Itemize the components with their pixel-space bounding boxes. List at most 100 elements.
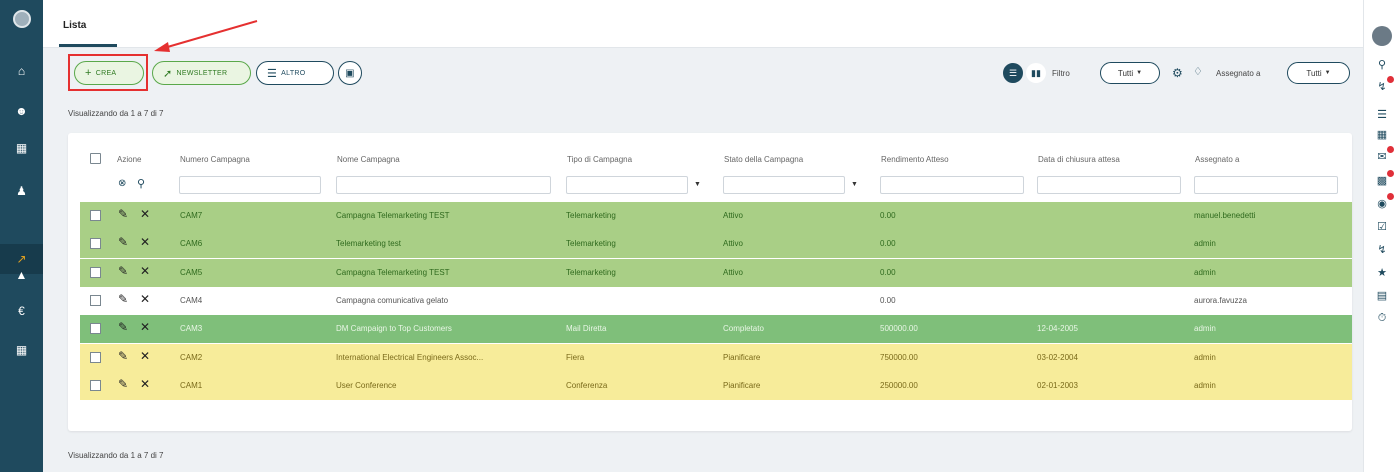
cell-nome[interactable]: Campagna comunicativa gelato — [336, 296, 546, 305]
delete-x-icon[interactable]: ✕ — [140, 292, 150, 306]
row-checkbox[interactable] — [90, 294, 101, 306]
assegnato-filter-input[interactable] — [1194, 176, 1338, 194]
kanban-view-toggle[interactable]: ▮▮ — [1026, 63, 1046, 83]
cell-assegnato: admin — [1194, 324, 1216, 334]
stato-filter-select[interactable] — [723, 176, 845, 194]
row-checkbox[interactable] — [90, 210, 101, 221]
tab-lista[interactable]: Lista — [63, 20, 86, 31]
delete-x-icon[interactable]: ✕ — [140, 377, 150, 391]
tipo-filter-select[interactable] — [566, 176, 688, 194]
edit-pencil-icon[interactable]: ✎ — [118, 207, 128, 221]
col-stato-campagna[interactable]: Stato della Campagna — [724, 155, 803, 164]
newsletter-button[interactable]: ➚ NEWSLETTER — [152, 61, 251, 85]
gear-icon[interactable]: ⚙ — [1172, 66, 1183, 80]
cell-rendimento: 250000.00 — [880, 380, 918, 390]
assegnato-select[interactable]: Tutti ▼ — [1287, 62, 1350, 84]
document-icon[interactable]: ▤ — [1364, 285, 1399, 305]
altro-label: ALTRO — [281, 69, 306, 77]
filtro-select[interactable]: Tutti ▼ — [1100, 62, 1160, 84]
col-nome-campagna[interactable]: Nome Campagna — [337, 155, 400, 164]
edit-pencil-icon[interactable]: ✎ — [118, 292, 128, 306]
star-icon[interactable]: ★ — [1364, 262, 1399, 282]
delete-x-icon[interactable]: ✕ — [140, 235, 150, 249]
cell-nome[interactable]: Campagna Telemarketing TEST — [336, 211, 546, 220]
table-row[interactable]: ✎ ✕ CAM5 Campagna Telemarketing TEST Telemar… — [80, 258, 1352, 287]
search-icon[interactable]: ⚲ — [1364, 54, 1399, 74]
cell-data: 12-04-2005 — [1037, 324, 1078, 334]
euro-icon[interactable]: € — [0, 296, 43, 326]
altro-button[interactable]: ☰ ALTRO — [256, 61, 334, 85]
delete-x-icon[interactable]: ✕ — [140, 320, 150, 334]
delete-x-icon[interactable]: ✕ — [140, 264, 150, 278]
globe-icon[interactable]: ◉ — [1364, 193, 1399, 213]
cell-numero: CAM4 — [180, 295, 203, 305]
leads-icon[interactable]: ♟ — [0, 176, 43, 206]
clear-filter-icon[interactable]: ⊗ — [118, 178, 126, 189]
delete-x-icon[interactable]: ✕ — [140, 207, 150, 221]
rendimento-filter-input[interactable] — [880, 176, 1024, 194]
home-icon[interactable]: ⌂ — [0, 56, 43, 86]
select-all-checkbox[interactable] — [90, 153, 101, 164]
app-logo[interactable] — [0, 4, 43, 34]
delete-x-icon[interactable]: ✕ — [140, 349, 150, 363]
cell-numero: CAM5 — [180, 267, 203, 277]
list-icon[interactable]: ☰ — [1364, 104, 1399, 124]
crea-button[interactable]: + CREA — [74, 61, 144, 85]
col-rendimento-atteso[interactable]: Rendimento Atteso — [881, 155, 949, 164]
table-row[interactable]: ✎ ✕ CAM6 Telemarketing test Telemarketing Att… — [80, 230, 1352, 259]
row-checkbox[interactable] — [90, 351, 101, 363]
table-row[interactable]: ✎ ✕ CAM7 Campagna Telemarketing TEST Telemar… — [80, 202, 1352, 230]
cell-assegnato: admin — [1194, 239, 1216, 249]
kanban-icon: ▮▮ — [1031, 67, 1041, 78]
filtro-label: Filtro — [1052, 69, 1070, 78]
cell-nome[interactable]: International Electrical Engineers Assoc… — [336, 353, 546, 362]
nome-filter-input[interactable] — [336, 176, 551, 194]
table-row[interactable]: ✎ ✕ CAM4 Campagna comunicativa gelato 0.00 au… — [80, 286, 1352, 315]
search-icon[interactable]: ⚲ — [137, 177, 145, 190]
contacts-icon[interactable]: ☻ — [0, 96, 43, 126]
edit-pencil-icon[interactable]: ✎ — [118, 320, 128, 334]
cell-nome[interactable]: Campagna Telemarketing TEST — [336, 268, 546, 277]
table-row[interactable]: ✎ ✕ CAM3 DM Campaign to Top Customers Mail D… — [80, 315, 1352, 344]
cell-rendimento: 0.00 — [880, 239, 896, 249]
alert-icon[interactable]: ▲ — [0, 260, 43, 290]
row-checkbox[interactable] — [90, 238, 101, 250]
numero-filter-input[interactable] — [179, 176, 321, 194]
edit-pencil-icon[interactable]: ✎ — [118, 349, 128, 363]
row-checkbox[interactable] — [90, 323, 101, 335]
col-data-chiusura[interactable]: Data di chiusura attesa — [1038, 155, 1120, 164]
list-view-toggle[interactable]: ☰ — [1003, 63, 1023, 83]
row-checkbox[interactable] — [90, 379, 101, 391]
table-grid-icon[interactable]: ▦ — [0, 335, 43, 365]
calendar-icon[interactable]: ▦ — [1364, 124, 1399, 144]
col-numero-campagna[interactable]: Numero Campagna — [180, 155, 250, 164]
edit-pencil-icon[interactable]: ✎ — [118, 264, 128, 278]
extra-action-button[interactable]: ▣ — [338, 61, 362, 85]
table-row[interactable]: ✎ ✕ CAM1 User Conference Conferenza Pianifica… — [80, 371, 1352, 400]
share-icon[interactable]: ↯ — [1364, 76, 1399, 96]
bolt-icon[interactable]: ↯ — [1364, 239, 1399, 259]
mail-icon[interactable]: ✉ — [1364, 146, 1399, 166]
cell-tipo: Mail Diretta — [566, 324, 607, 334]
bell-icon[interactable]: ♢ — [1193, 65, 1203, 78]
chat-icon[interactable]: ▩ — [1364, 170, 1399, 190]
clipboard-icon[interactable]: ☑ — [1364, 216, 1399, 236]
edit-pencil-icon[interactable]: ✎ — [118, 235, 128, 249]
active-tab-indicator — [59, 44, 117, 47]
cell-assegnato: admin — [1194, 380, 1216, 390]
accounts-icon[interactable]: ▦ — [0, 133, 43, 163]
cell-nome[interactable]: Telemarketing test — [336, 239, 546, 248]
col-assegnato-a[interactable]: Assegnato a — [1195, 155, 1239, 164]
edit-pencil-icon[interactable]: ✎ — [118, 377, 128, 391]
data-filter-input[interactable] — [1037, 176, 1181, 194]
cell-stato: Attivo — [723, 211, 744, 220]
row-checkbox[interactable] — [90, 266, 101, 278]
cell-nome[interactable]: DM Campaign to Top Customers — [336, 324, 546, 333]
plus-icon: + — [85, 67, 92, 79]
table-row[interactable]: ✎ ✕ CAM2 International Electrical Engineers… — [80, 343, 1352, 372]
user-avatar[interactable] — [1364, 26, 1399, 46]
logo-icon — [12, 10, 31, 28]
cell-nome[interactable]: User Conference — [336, 381, 546, 390]
timer-icon[interactable]: ⏱ — [1364, 308, 1399, 328]
col-tipo-campagna[interactable]: Tipo di Campagna — [567, 155, 632, 164]
